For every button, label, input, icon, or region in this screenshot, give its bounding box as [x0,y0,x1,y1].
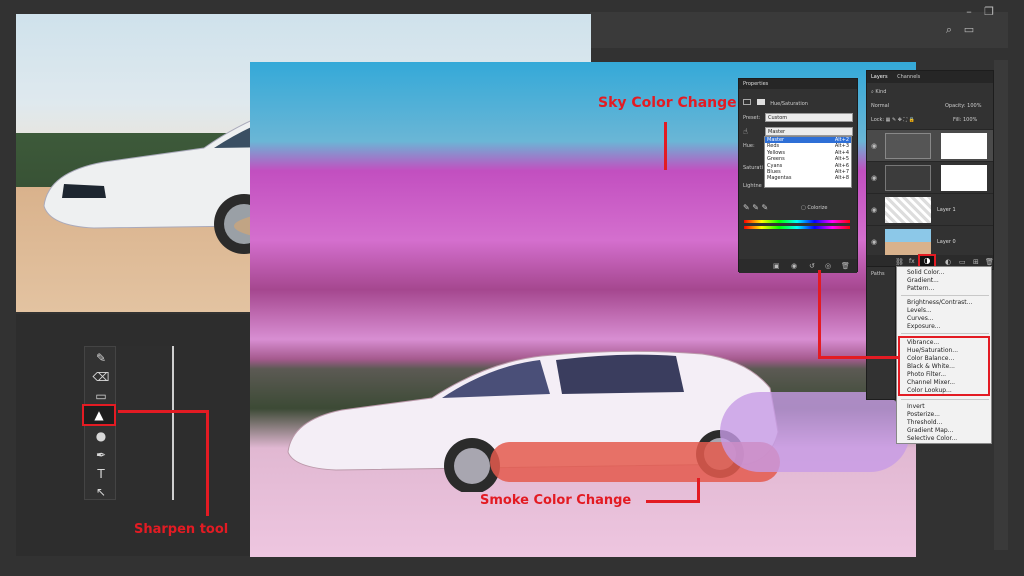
path-select-icon[interactable]: ↖ [88,483,114,501]
tab-layers[interactable]: Layers [871,74,888,80]
sky-color-change-label: Sky Color Change [598,95,737,111]
menu-pointer-line-h [818,356,900,359]
folder-icon[interactable]: ▭ [959,258,966,266]
menu-item[interactable]: Brightness/Contrast... [907,299,972,306]
view-previous-icon[interactable]: ◉ [791,262,797,270]
hue-label: Hue: [743,143,755,149]
link-icon[interactable]: ⛓ [895,258,904,266]
minimize-icon[interactable]: – [962,6,976,18]
new-layer-icon[interactable]: ⊞ [973,258,979,266]
type-icon[interactable]: T [88,465,114,483]
layer-thumb [885,229,931,255]
preset-dropdown[interactable]: Custom [765,113,853,122]
hue-spectrum-bottom [744,226,850,229]
menu-separator [901,333,989,334]
layer-mask [941,165,987,191]
menu-pointer-line [818,270,821,358]
layer-row[interactable]: ◉ [867,161,993,193]
eyedropper-icons[interactable]: ✎ ✎ ✎ [743,203,768,212]
layers-tabs: Layers Channels [867,71,993,83]
adjustment-thumb [885,133,931,159]
preset-label: Preset: [743,115,761,121]
opacity-control[interactable]: Opacity: 100% [945,103,981,109]
sharpen-icon[interactable]: ▲ [82,404,116,426]
menu-item[interactable]: Pattern... [907,285,934,292]
eye-icon[interactable]: ◉ [871,142,877,150]
menu-separator [901,399,989,400]
purple-smoke [720,392,910,472]
blend-mode-dropdown[interactable]: Normal [871,103,889,109]
fill-control[interactable]: Fill: 100% [953,117,977,123]
zoom-icon[interactable]: ⌕ [942,24,956,36]
reset-icon[interactable]: ↺ [809,262,815,270]
layers-panel: Layers Channels ⌕ Kind Normal Opacity: 1… [866,70,994,270]
tab-channels[interactable]: Channels [897,74,920,80]
layer-row[interactable]: ◉ [867,129,993,161]
workspace-switcher-icon[interactable]: ▭ [962,24,976,36]
gradient-icon[interactable]: ▭ [88,387,114,405]
properties-footer: ▣ ◉ ↺ ◎ 🗑 [739,259,857,273]
mask-icon [756,99,765,105]
brush-icon[interactable]: ✎ [88,349,114,367]
toolbar: ✎ ⌫ ▭ ▲ ● ✒ T ↖ [82,346,116,501]
sharpen-pointer-line [118,410,208,413]
layer-row[interactable]: ◉ Layer 0 [867,225,993,257]
layer-mask [941,133,987,159]
clip-icon[interactable]: ▣ [773,262,780,270]
menu-item[interactable]: Posterize... [907,411,940,418]
options-bar: ⌕ ▭ – ❐ [590,6,1008,48]
targeted-adjust-icon[interactable]: ☝ [743,127,748,136]
saturation-label: Saturati [743,165,763,171]
eye-icon[interactable]: ◉ [871,238,877,246]
smoke-pointer-line [697,478,700,502]
fx-button[interactable]: fx [909,258,915,265]
eraser-icon[interactable]: ⌫ [88,368,114,386]
highlight-box [898,336,990,396]
paths-panel: Paths [866,266,896,400]
smoke-pointer-line-h [646,500,700,503]
lightness-label: Lightne [743,183,762,189]
new-adjustment-icon-dup[interactable]: ◐ [945,258,951,266]
sharpen-tool-label: Sharpen tool [134,522,229,537]
lock-controls[interactable]: Lock: ▦ ✎ ✥ ⛶ 🔒 [871,117,915,123]
layer-row[interactable]: ◉ Layer 1 [867,193,993,225]
sky-pointer-line [664,122,667,170]
visibility-icon[interactable]: ◎ [825,262,831,270]
menu-item[interactable]: Gradient... [907,277,939,284]
filter-kind[interactable]: ⌕ Kind [871,89,886,95]
smoke-color-change-label: Smoke Color Change [480,493,632,508]
menu-separator [901,295,989,296]
delete-icon[interactable]: 🗑 [841,262,850,270]
toolbar-extension [116,346,174,500]
panel-dock-strip [994,60,1008,550]
channel-menu: Master Alt+2 Reds Alt+3 Yellows Alt+4 Green… [764,136,852,188]
menu-item[interactable]: Invert [907,403,925,410]
menu-item[interactable]: Selective Color... [907,435,957,442]
hue-spectrum-top [744,220,850,223]
eye-icon[interactable]: ◉ [871,174,877,182]
pen-icon[interactable]: ✒ [88,446,114,464]
menu-item[interactable]: Curves... [907,315,934,322]
paths-tab[interactable]: Paths [871,271,885,277]
adjustment-icon [743,99,751,105]
trash-icon[interactable]: 🗑 [985,258,994,266]
menu-item[interactable]: Exposure... [907,323,941,330]
menu-item[interactable]: Gradient Map... [907,427,953,434]
menu-item[interactable]: Solid Color... [907,269,944,276]
colorize-checkbox[interactable]: ▢ Colorize [801,205,827,211]
dodge-icon[interactable]: ● [88,427,114,445]
menu-item[interactable]: Levels... [907,307,932,314]
sharpen-pointer-line-v [206,410,209,516]
properties-title: Properties [739,79,857,89]
layer-thumb [885,197,931,223]
channel-item[interactable]: Magentas Alt+8 [765,175,851,181]
restore-icon[interactable]: ❐ [982,6,996,18]
adjustment-name: Hue/Saturation [743,99,808,107]
adjustment-thumb [885,165,931,191]
channel-dropdown[interactable]: Master [765,127,853,136]
menu-item[interactable]: Threshold... [907,419,942,426]
eye-icon[interactable]: ◉ [871,206,877,214]
